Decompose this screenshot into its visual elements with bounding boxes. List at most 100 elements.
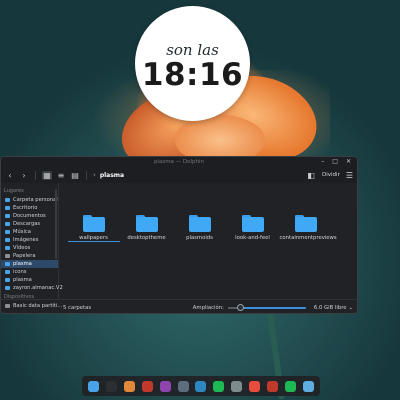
sidebar-item[interactable]: icons (1, 268, 58, 276)
sidebar-device-label: Basic data partiti... (13, 303, 63, 309)
folder-grid: wallpapers desktoptheme plasmoids look-and-… (59, 183, 357, 242)
sidebar-item[interactable]: Escritorio (1, 204, 58, 212)
folder-item[interactable]: containmentpreviews (279, 215, 337, 242)
videos-folder-icon (5, 246, 10, 250)
chat-app-icon[interactable] (266, 380, 278, 392)
documents-folder-icon (5, 214, 10, 218)
music-folder-icon (5, 230, 10, 234)
sidebar-item[interactable]: Vídeos (1, 244, 58, 252)
free-space[interactable]: 6.0 GiB libre ⌄ (314, 305, 353, 311)
zoom-control: Ampliación: (192, 303, 306, 311)
maximize-button[interactable]: □ (332, 158, 338, 165)
breadcrumb-arrow-icon: › (93, 171, 96, 179)
clock-widget: son las 18:16 (135, 6, 250, 121)
sidebar-item-label: plasma (13, 261, 32, 267)
folder-name: look-and-feel (235, 235, 270, 241)
toolbar-right: ◧ Dividir ☰ (306, 171, 353, 180)
gimp-app-icon[interactable] (231, 380, 243, 392)
folder-item[interactable]: wallpapers (67, 215, 120, 242)
toolbar-divider (35, 170, 36, 180)
sidebar-item-label: Descargas (13, 221, 41, 227)
sidebar-scrollbar[interactable] (55, 189, 57, 259)
settings-app-icon[interactable] (177, 380, 189, 392)
sidebar-item[interactable]: Documentos (1, 212, 58, 220)
title-bar[interactable]: plasma — Dolphin – □ ✕ (1, 157, 357, 167)
archive-app-icon[interactable] (124, 380, 136, 392)
devices-list: Basic data partiti... (1, 302, 62, 310)
folder-item[interactable]: desktoptheme (120, 215, 173, 242)
places-sidebar: Lugares Carpeta personal Escritorio Docume… (1, 183, 63, 309)
folder-icon (82, 215, 105, 232)
sidebar-item-label: Escritorio (13, 205, 38, 211)
sidebar-item-label: Música (13, 229, 31, 235)
editor-app-icon[interactable] (302, 380, 314, 392)
window-title: plasma — Dolphin (153, 159, 205, 165)
devices-heading: Dispositivos (4, 294, 35, 300)
sidebar-item-label: icons (13, 269, 27, 275)
back-icon[interactable]: ‹ (5, 171, 15, 180)
split-button-label[interactable]: Dividir (322, 172, 340, 178)
drive-icon (5, 304, 10, 308)
folder-icon (5, 262, 10, 266)
terminal-app-icon[interactable] (106, 380, 118, 392)
folder-item[interactable]: plasmoids (173, 215, 226, 242)
breadcrumb[interactable]: plasma (100, 172, 124, 179)
main-area: Lugares Carpeta personal Escritorio Docume… (1, 183, 357, 309)
sidebar-item[interactable]: Música (1, 228, 58, 236)
toolbar: ‹ › ▦ ≡ ▤ › plasma ◧ Dividir ☰ (1, 167, 357, 183)
sidebar-item-label: Imágenes (13, 237, 39, 243)
folder-icon (5, 270, 10, 274)
folder-icon (188, 215, 211, 232)
folder-content: wallpapers desktoptheme plasmoids look-and-… (59, 183, 357, 299)
zoom-slider-handle[interactable] (236, 303, 244, 311)
folder-icon (5, 278, 10, 282)
desktop-folder-icon (5, 206, 10, 210)
folder-item[interactable]: look-and-feel (226, 215, 279, 242)
zoom-label: Ampliación: (192, 304, 224, 311)
folder-name: desktoptheme (127, 235, 166, 241)
minimize-button[interactable]: – (321, 158, 324, 165)
sidebar-item-label: Papelera (13, 253, 36, 259)
clock-time: 18:16 (141, 56, 244, 93)
presentation-app-icon[interactable] (141, 380, 153, 392)
sidebar-item[interactable]: plasma (1, 260, 58, 268)
sidebar-item[interactable]: Imágenes (1, 236, 58, 244)
places-list: Carpeta personal Escritorio Documentos Desc… (1, 196, 63, 292)
details-view-icon[interactable]: ≡ (56, 171, 66, 180)
system-monitor-app-icon[interactable] (195, 380, 207, 392)
sidebar-item[interactable]: zayron.almanac.V2 (1, 284, 63, 292)
home-folder-icon (5, 198, 10, 202)
compact-view-icon[interactable]: ▤ (70, 171, 80, 180)
icon-view-icon[interactable]: ▦ (42, 170, 52, 180)
folder-icon (294, 215, 317, 232)
split-view-icon[interactable]: ◧ (306, 171, 316, 180)
downloads-folder-icon (5, 222, 10, 226)
sidebar-device-item[interactable]: Basic data partiti... (1, 302, 62, 310)
menu-icon[interactable]: ☰ (346, 171, 353, 180)
pictures-folder-icon (5, 238, 10, 242)
places-heading: Lugares (4, 188, 24, 194)
zoom-slider[interactable] (227, 303, 306, 311)
sidebar-item[interactable]: Descargas (1, 220, 58, 228)
sidebar-item[interactable]: plasma (1, 276, 58, 284)
spotify-app-icon-2[interactable] (284, 380, 296, 392)
file-manager-window: plasma — Dolphin – □ ✕ ‹ › ▦ ≡ ▤ › plasm… (0, 156, 358, 314)
forward-icon[interactable]: › (19, 171, 29, 180)
spotify-app-icon[interactable] (213, 380, 225, 392)
folder-name: containmentpreviews (279, 235, 337, 241)
sidebar-item-label: plasma (13, 277, 32, 283)
dock (82, 376, 320, 396)
sidebar-item[interactable]: Carpeta personal (1, 196, 58, 204)
finder-app-icon[interactable] (88, 380, 100, 392)
close-button[interactable]: ✕ (346, 158, 351, 165)
trash-icon (5, 254, 10, 258)
sidebar-item-label: Documentos (13, 213, 46, 219)
torrent-app-icon[interactable] (249, 380, 261, 392)
folder-icon (241, 215, 264, 232)
item-count: 5 carpetas (63, 304, 92, 311)
image-viewer-app-icon[interactable] (159, 380, 171, 392)
sidebar-item[interactable]: Papelera (1, 252, 58, 260)
folder-name: wallpapers (67, 235, 120, 242)
sidebar-item-label: Vídeos (13, 245, 31, 251)
folder-icon (135, 215, 158, 232)
